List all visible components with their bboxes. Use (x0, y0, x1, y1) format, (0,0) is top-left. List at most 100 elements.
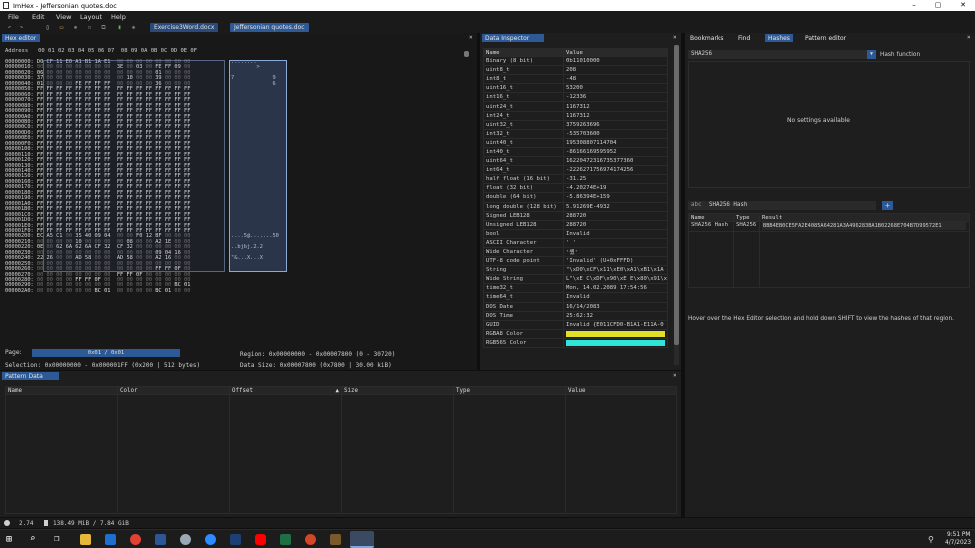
inspector-row-value[interactable]: 53200 (563, 83, 668, 94)
inspector-row-value[interactable]: Mon, 14.02.2089 17:54:56 (563, 283, 668, 294)
inspector-row[interactable]: Wide Character '쏐' (483, 246, 668, 258)
malwarebytes-icon[interactable] (230, 534, 241, 545)
inspector-row[interactable]: ASCII Character ' ' (483, 237, 668, 248)
inspector-row-value[interactable]: 0b11010000 (563, 55, 668, 67)
page-slider[interactable]: 0x01 / 0x01 (32, 349, 180, 357)
hash-row[interactable]: SHA256 Hash SHA256 BBB4EB0CE5FA2E4085A64… (688, 221, 970, 232)
hashes-close-button[interactable]: × (967, 34, 971, 41)
inspector-row-value[interactable]: -5.86394E+159 (563, 192, 668, 203)
hash-row-result[interactable]: BBB4EB0CE5FA2E4085A64281A3A496283BA1B022… (759, 221, 970, 232)
inspector-row-value[interactable]: -48 (563, 74, 668, 85)
hex-row-bytes[interactable]: 00 00 00 00 00 00 BC 01 00 00 00 00 BC 0… (37, 288, 190, 294)
redo-icon[interactable]: ↷ (18, 24, 25, 31)
word-icon[interactable] (155, 534, 166, 545)
inspector-row[interactable]: uint16_t 53200 (483, 83, 668, 94)
menu-layout[interactable]: Layout (80, 13, 102, 21)
inspector-row-value[interactable]: 195308807114704 (563, 137, 668, 148)
menu-file[interactable]: File (8, 13, 19, 21)
inspector-row[interactable]: float (32 bit) -4.20274E+19 (483, 183, 668, 194)
clock-time[interactable]: 9:51 PM (947, 532, 970, 538)
file-tab-exercise3word[interactable]: Exercise3Word.docx (150, 23, 219, 32)
inspector-row-value[interactable]: 25:62:32 (563, 310, 668, 321)
chrome-icon[interactable] (130, 534, 141, 545)
inspector-row[interactable]: uint32_t 3759263696 (483, 119, 668, 130)
inspector-row-value[interactable]: '쏐' (563, 246, 668, 258)
inspector-row[interactable]: bool Invalid (483, 228, 668, 239)
inspector-row-value[interactable]: 288720 (563, 219, 668, 230)
inspector-row[interactable]: Binary (8 bit) 0b11010000 (483, 55, 668, 67)
chevron-down-icon[interactable]: ▼ (867, 50, 876, 59)
inspector-row-value[interactable]: ' ' (563, 237, 668, 248)
inspector-row[interactable]: UTF-8 code point 'Invalid' (U+0xFFFD) (483, 256, 668, 267)
tab-bookmarks[interactable]: Bookmarks (687, 34, 727, 42)
add-hash-button[interactable]: + (882, 201, 893, 210)
inspector-row[interactable]: int8_t -48 (483, 74, 668, 85)
inspector-row-value[interactable]: 3759263696 (563, 119, 668, 130)
pattern-header-offset[interactable]: Offset ▲ (229, 386, 342, 395)
close-window-button[interactable]: ✕ (958, 1, 968, 9)
file-tab-jeffersonian-quotes[interactable]: Jeffersonian quotes.doc (230, 23, 309, 32)
pattern-header-type[interactable]: Type (453, 386, 566, 395)
data-inspector-close-button[interactable]: × (673, 34, 677, 41)
imhex-taskbar-icon[interactable] (350, 531, 374, 548)
data-inspector-scrollbar[interactable] (674, 45, 679, 365)
inspector-row-value[interactable]: 208 (563, 65, 668, 76)
inspector-row-value[interactable] (563, 337, 668, 349)
inspector-row[interactable]: uint24_t 1167312 (483, 101, 668, 112)
inspector-row[interactable]: int32_t -535703600 (483, 128, 668, 139)
inspector-row[interactable]: uint40_t 195308807114704 (483, 137, 668, 148)
inspector-row[interactable]: Wide String L"\xE C\xDF\x90\xE E\x80\x91\… (483, 274, 668, 285)
inspector-row-value[interactable]: -12336 (563, 92, 668, 103)
pattern-header-name[interactable]: Name (5, 386, 118, 395)
inspector-row[interactable]: double (64 bit) -5.86394E+159 (483, 192, 668, 203)
inspector-row-value[interactable]: 16/14/2083 (563, 301, 668, 312)
network-icon[interactable]: ⚲ (928, 535, 934, 544)
hash-result-value[interactable]: BBB4EB0CE5FA2E4085A64281A3A496283BA1B022… (762, 222, 966, 230)
tab-pattern-data[interactable]: Pattern Data (2, 372, 59, 380)
tab-hex-editor[interactable]: Hex editor (2, 34, 40, 42)
menu-view[interactable]: View (56, 13, 71, 21)
inspector-row[interactable]: Unsigned LEB128 288720 (483, 219, 668, 230)
inspector-row[interactable]: time64_t Invalid (483, 292, 668, 303)
outlook-icon[interactable] (105, 534, 116, 545)
file-explorer-icon[interactable] (80, 534, 91, 545)
powerpoint-icon[interactable] (305, 534, 316, 545)
inspector-row-value[interactable]: 16220472316735377360 (563, 156, 668, 167)
inspector-row-value[interactable]: Invalid (563, 292, 668, 303)
pattern-data-close-button[interactable]: × (673, 372, 677, 379)
inspector-row-value[interactable]: Invalid (563, 228, 668, 239)
inspector-row-value[interactable]: 5.91269E-4932 (563, 201, 668, 212)
windows-start-icon[interactable]: ⊞ (6, 534, 17, 545)
tab-hashes[interactable]: Hashes (765, 34, 793, 42)
tab-pattern-editor[interactable]: Pattern editor (802, 34, 849, 42)
search-icon[interactable]: ⌕ (30, 534, 41, 545)
tab-find[interactable]: Find (735, 34, 753, 42)
inspector-row[interactable]: long double (128 bit) 5.91269E-4932 (483, 201, 668, 212)
inspector-row-value[interactable]: -31.25 (563, 174, 668, 185)
tab-data-inspector[interactable]: Data Inspector (482, 34, 544, 42)
inspector-row-value[interactable] (563, 328, 668, 339)
hex-row[interactable]: 000002A0: 00 00 00 00 00 00 BC 01 00 00 … (5, 288, 190, 294)
hex-scrollbar-thumb[interactable] (464, 51, 469, 57)
inspector-row[interactable]: half float (16 bit) -31.25 (483, 174, 668, 185)
inspector-row[interactable]: DOS Date 16/14/2083 (483, 301, 668, 312)
inspector-row[interactable]: uint8_t 208 (483, 65, 668, 76)
hash-name-input[interactable]: abc SHA256 Hash (688, 201, 876, 210)
app-icon[interactable] (180, 534, 191, 545)
inspector-row-value[interactable]: 288720 (563, 210, 668, 221)
hash-function-select[interactable]: SHA256 ▼ (688, 50, 876, 59)
task-view-icon[interactable]: ❐ (54, 534, 65, 545)
save-as-icon[interactable]: ▫ (86, 24, 93, 31)
inspector-row[interactable]: uint64_t 16220472316735377360 (483, 156, 668, 167)
pattern-header-size[interactable]: Size (341, 386, 454, 395)
pattern-header-color[interactable]: Color (117, 386, 230, 395)
inspector-row[interactable]: DOS Time 25:62:32 (483, 310, 668, 321)
menu-help[interactable]: Help (111, 13, 126, 21)
save-icon[interactable]: ▪ (72, 24, 79, 31)
inspector-row-value[interactable]: -2226271756974174256 (563, 165, 668, 176)
open-file-icon[interactable]: ▭ (58, 24, 65, 31)
hex-editor-close-button[interactable]: × (469, 34, 473, 41)
inspector-row-value[interactable]: -4.20274E+19 (563, 183, 668, 194)
clock-date[interactable]: 4/7/2023 (945, 540, 971, 546)
inspector-row-value[interactable]: 'Invalid' (U+0xFFFD) (563, 256, 668, 267)
